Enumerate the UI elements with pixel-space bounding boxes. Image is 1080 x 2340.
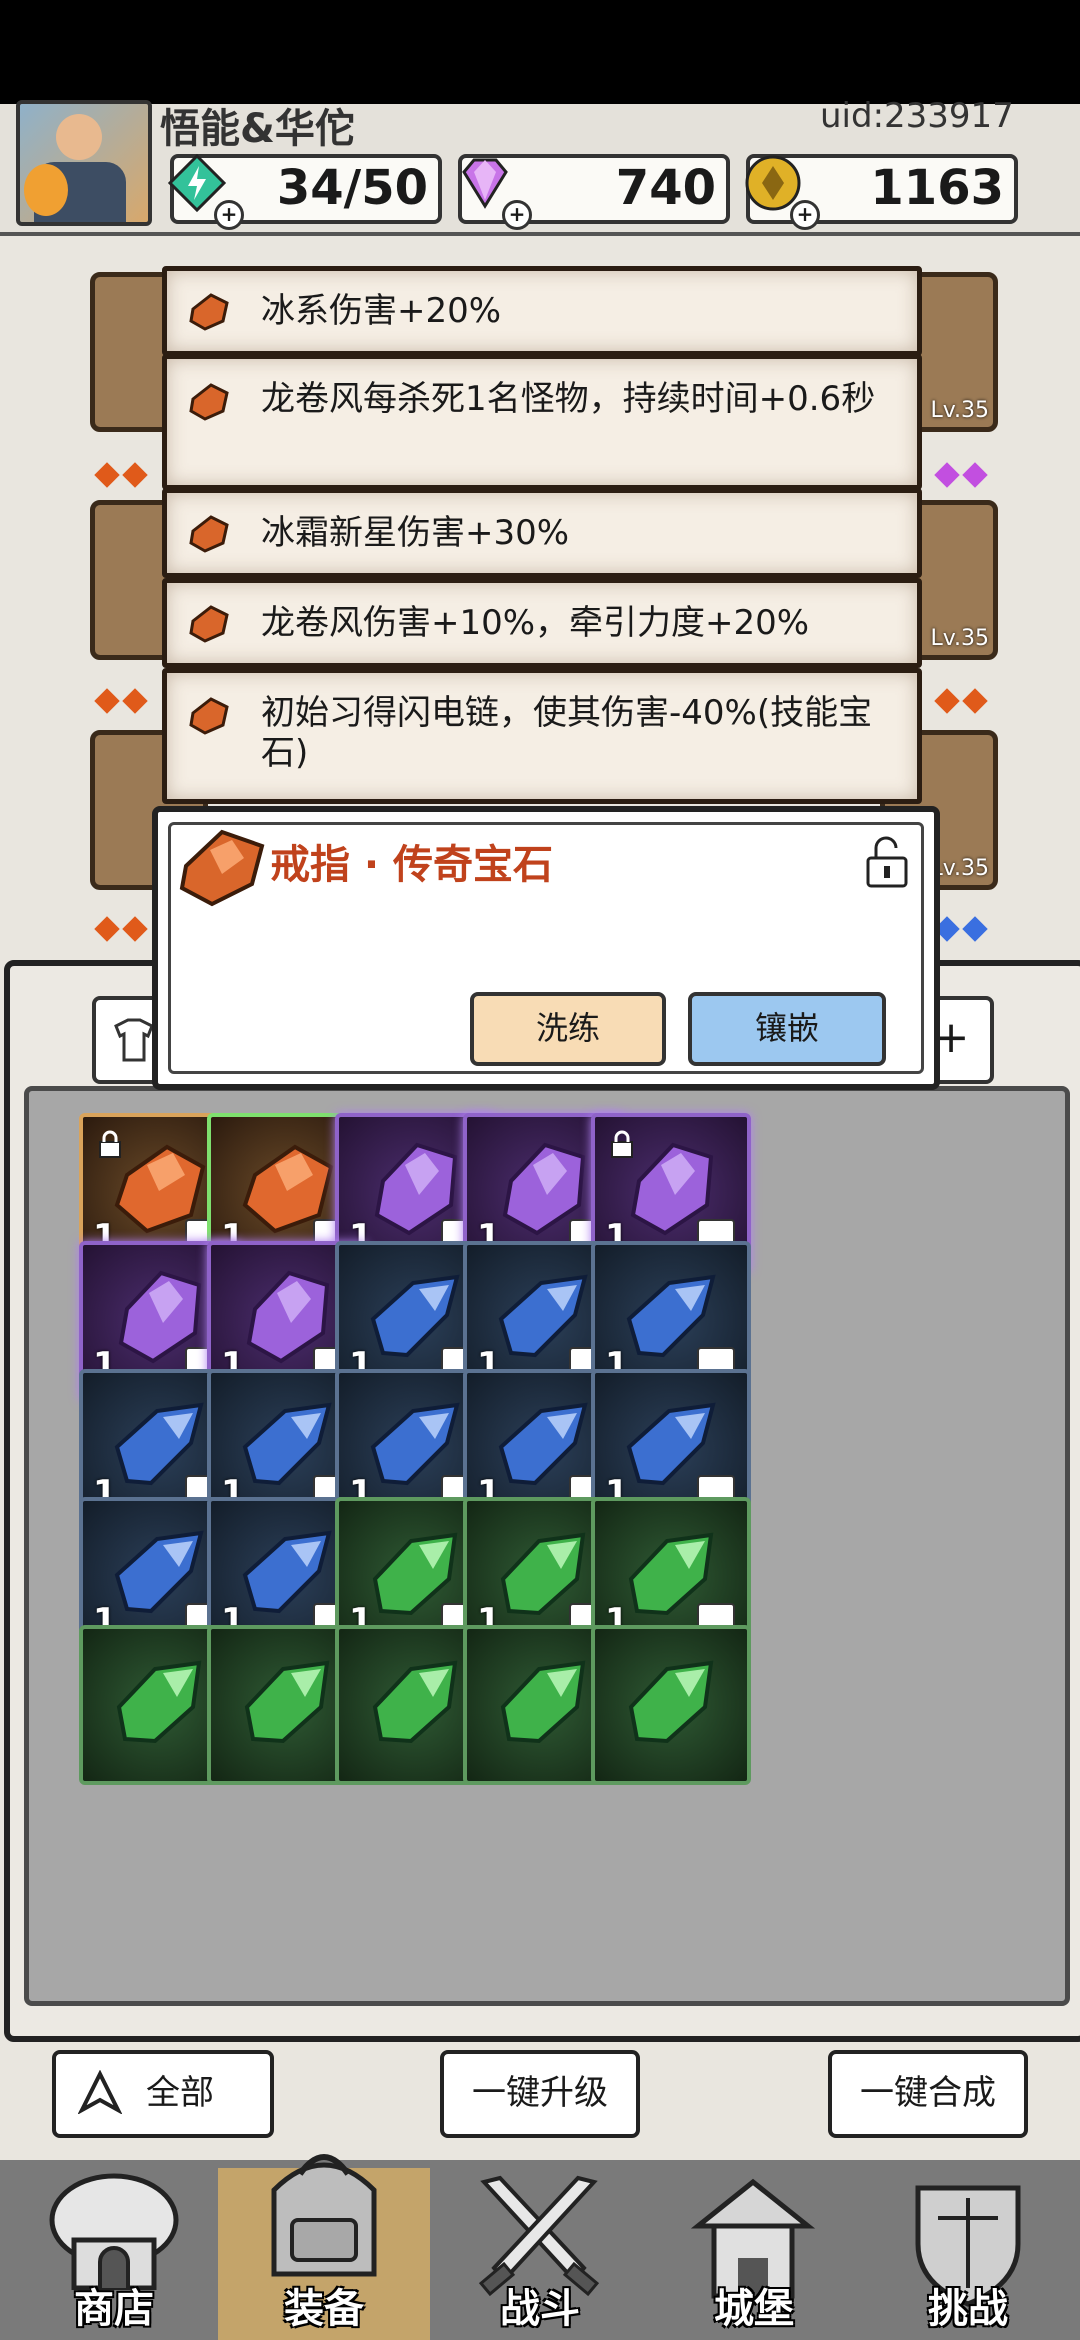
orange-gem-icon bbox=[189, 515, 229, 553]
affix-text: 初始习得闪电链，使其伤害-40%(技能宝石) bbox=[261, 693, 873, 773]
green-gem-icon bbox=[372, 1660, 458, 1744]
green-gem-icon bbox=[500, 1660, 586, 1744]
affix-text: 龙卷风每杀死1名怪物，持续时间+0.6秒 bbox=[261, 379, 876, 419]
add-diamond-icon[interactable]: + bbox=[502, 200, 532, 230]
system-status-bar bbox=[0, 0, 1080, 104]
rarity-diamond-icon bbox=[934, 688, 960, 714]
gold-counter[interactable]: + 1163 bbox=[745, 154, 1018, 230]
nav-equipment-label: 装备 bbox=[284, 2286, 364, 2332]
player-avatar[interactable] bbox=[16, 100, 152, 226]
rarity-diamond-icon bbox=[94, 462, 120, 488]
affix-row: 龙卷风伤害+10%，牵引力度+20% bbox=[162, 578, 922, 668]
nav-shop-label: 商店 bbox=[74, 2286, 154, 2332]
affix-row: 初始习得闪电链，使其伤害-40%(技能宝石) bbox=[162, 668, 922, 804]
rarity-diamond-icon bbox=[94, 688, 120, 714]
green-gem-icon bbox=[628, 1660, 714, 1744]
nav-challenge[interactable]: 挑战 bbox=[862, 2168, 1074, 2340]
player-uid: uid:233917 bbox=[820, 96, 1014, 136]
rarity-diamond-icon bbox=[122, 916, 148, 942]
stamina-counter[interactable]: + 34/50 bbox=[167, 153, 442, 230]
gem-inventory-grid: 1 1 1 1 1 1 1 1 1 1 1 1 1 1 1 1 1 1 1 1 bbox=[24, 1086, 1070, 2006]
add-stamina-icon[interactable]: + bbox=[214, 200, 244, 230]
rarity-diamond-icon bbox=[962, 916, 988, 942]
slot-level: Lv.35 bbox=[930, 398, 989, 423]
affix-row: 冰霜新星伤害+30% bbox=[162, 488, 922, 578]
affix-text: 冰霜新星伤害+30% bbox=[261, 513, 570, 553]
rarity-diamond-icon bbox=[122, 688, 148, 714]
lock-icon[interactable] bbox=[95, 1129, 125, 1159]
stamina-value: 34/50 bbox=[276, 160, 428, 216]
reroll-button[interactable]: 洗练 bbox=[470, 992, 666, 1066]
affix-text: 冰系伤害+20% bbox=[261, 291, 502, 331]
gem-detail-popup: 戒指 · 传奇宝石 洗练 镶嵌 bbox=[152, 806, 940, 1090]
player-nickname: 悟能&华佗 bbox=[160, 106, 355, 152]
nav-challenge-label: 挑战 bbox=[928, 2286, 1008, 2332]
orange-gem-icon bbox=[189, 697, 229, 735]
diamond-value: 740 bbox=[615, 160, 716, 216]
rarity-diamond-icon bbox=[934, 462, 960, 488]
filter-all-label: 全部 bbox=[146, 2073, 214, 2113]
orange-gem-icon bbox=[189, 383, 229, 421]
rarity-diamond-icon bbox=[962, 688, 988, 714]
merge-all-button[interactable]: 一键合成 bbox=[828, 2050, 1028, 2138]
orange-gem-icon bbox=[189, 605, 229, 643]
gem-cell[interactable] bbox=[591, 1625, 751, 1785]
inlay-button[interactable]: 镶嵌 bbox=[688, 992, 886, 1066]
nav-castle[interactable]: 城堡 bbox=[648, 2168, 860, 2340]
affix-row: 冰系伤害+20% bbox=[162, 266, 922, 356]
add-gold-icon[interactable]: + bbox=[790, 200, 820, 230]
diamond-counter[interactable]: + 740 bbox=[458, 154, 730, 230]
legendary-gem-icon bbox=[179, 829, 265, 907]
shop-hut-icon bbox=[49, 2173, 179, 2290]
gold-value: 1163 bbox=[870, 160, 1004, 216]
filter-all-button[interactable]: 全部 bbox=[52, 2050, 274, 2138]
orange-gem-icon bbox=[189, 293, 229, 331]
triangle-up-icon bbox=[78, 2070, 122, 2114]
gem-popup-title: 戒指 · 传奇宝石 bbox=[270, 842, 554, 888]
slot-level: Lv.35 bbox=[930, 626, 989, 651]
green-gem-icon bbox=[244, 1660, 330, 1744]
rarity-diamond-icon bbox=[962, 462, 988, 488]
rarity-diamond-icon bbox=[122, 462, 148, 488]
backpack-icon bbox=[271, 2154, 377, 2277]
affix-text: 龙卷风伤害+10%，牵引力度+20% bbox=[261, 603, 810, 643]
nav-equipment-active[interactable]: 装备 bbox=[218, 2154, 430, 2340]
upgrade-all-button[interactable]: 一键升级 bbox=[440, 2050, 640, 2138]
nav-castle-label: 城堡 bbox=[714, 2286, 794, 2332]
green-gem-icon bbox=[116, 1660, 202, 1744]
rarity-diamond-icon bbox=[94, 916, 120, 942]
affix-row: 龙卷风每杀死1名怪物，持续时间+0.6秒 bbox=[162, 354, 922, 490]
unlock-icon[interactable] bbox=[862, 834, 912, 890]
nav-shop[interactable]: 商店 bbox=[8, 2168, 220, 2340]
lock-icon[interactable] bbox=[607, 1129, 637, 1159]
nav-battle[interactable]: 战斗 bbox=[434, 2168, 646, 2340]
nav-battle-label: 战斗 bbox=[500, 2286, 580, 2332]
